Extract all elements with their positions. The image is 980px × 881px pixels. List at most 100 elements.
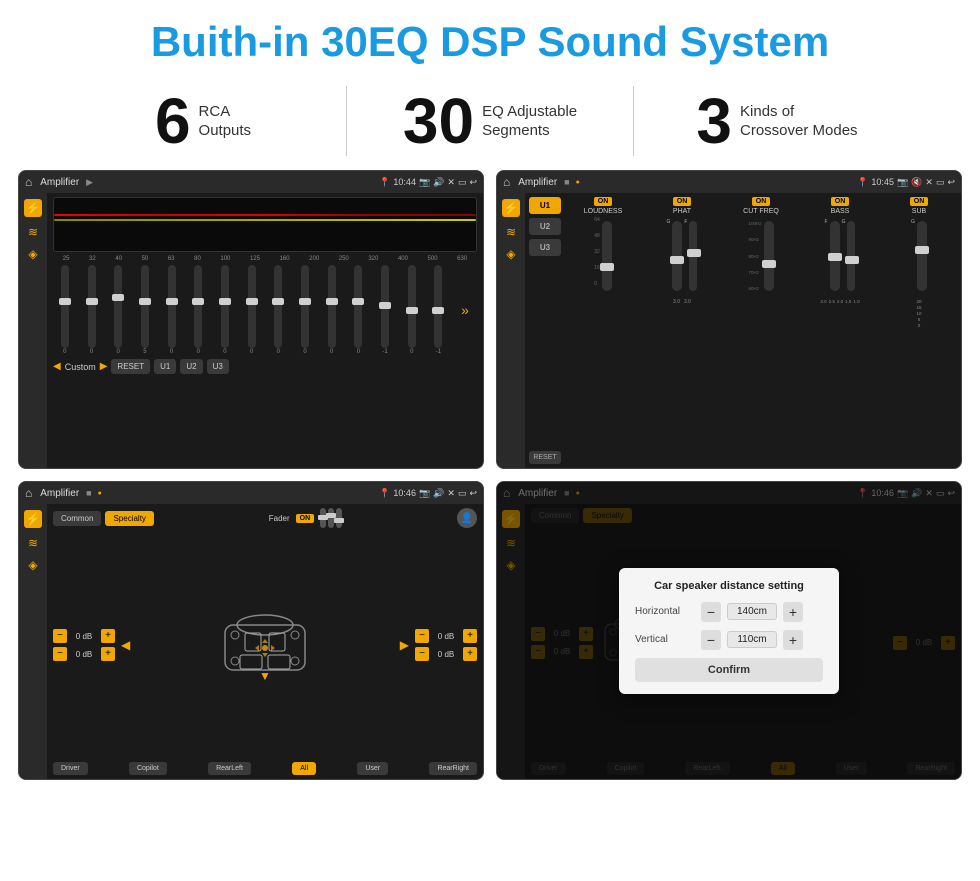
camera-icon-tr: 📷 bbox=[897, 177, 908, 188]
rearleft-btn[interactable]: RearLeft bbox=[208, 762, 251, 775]
u2-preset[interactable]: U2 bbox=[529, 218, 561, 235]
phat-toggle[interactable]: ON bbox=[673, 197, 692, 206]
eq-slider-9[interactable]: 0 bbox=[274, 265, 282, 355]
horizontal-plus[interactable]: + bbox=[783, 602, 803, 622]
eq-slider-12[interactable]: 0 bbox=[354, 265, 362, 355]
down-nav-arrow[interactable]: ▼ bbox=[259, 669, 271, 683]
wave-icon[interactable]: ≋ bbox=[28, 225, 38, 239]
u1-button-tl[interactable]: U1 bbox=[154, 359, 176, 374]
speaker-icon[interactable]: ◈ bbox=[28, 247, 37, 261]
vol-row-3: − 0 dB + bbox=[415, 629, 477, 643]
fader-toggle[interactable]: ON bbox=[296, 514, 315, 523]
reset-button-tl[interactable]: RESET bbox=[111, 359, 150, 374]
all-btn[interactable]: All bbox=[292, 762, 316, 775]
minimize-icon-tr[interactable]: ▭ bbox=[936, 177, 945, 188]
dialog-title: Car speaker distance setting bbox=[635, 580, 823, 592]
camera-icon: 📷 bbox=[419, 177, 430, 188]
wave-icon-tr[interactable]: ≋ bbox=[506, 225, 516, 239]
common-tab[interactable]: Common bbox=[53, 511, 101, 526]
u1-preset[interactable]: U1 bbox=[529, 197, 561, 214]
vol-minus-1[interactable]: − bbox=[53, 629, 67, 643]
eq-slider-11[interactable]: 0 bbox=[328, 265, 336, 355]
vol-minus-3[interactable]: − bbox=[415, 629, 429, 643]
back-icon-bl[interactable]: ↩ bbox=[469, 488, 477, 499]
cutfreq-toggle[interactable]: ON bbox=[752, 197, 771, 206]
specialty-tab[interactable]: Specialty bbox=[105, 511, 153, 526]
home-icon-bl[interactable]: ⌂ bbox=[25, 486, 32, 500]
confirm-button[interactable]: Confirm bbox=[635, 658, 823, 682]
minimize-icon-bl[interactable]: ▭ bbox=[458, 488, 467, 499]
driver-btn[interactable]: Driver bbox=[53, 762, 88, 775]
vol-plus-2[interactable]: + bbox=[101, 647, 115, 661]
eq-slider-15[interactable]: -1 bbox=[434, 265, 442, 355]
cutfreq-slider[interactable] bbox=[764, 221, 774, 291]
eq-slider-1[interactable]: 0 bbox=[61, 265, 69, 355]
sub-slider[interactable] bbox=[917, 221, 927, 291]
vertical-plus[interactable]: + bbox=[783, 630, 803, 650]
eq-slider-8[interactable]: 0 bbox=[248, 265, 256, 355]
eq-graph bbox=[53, 197, 477, 252]
user-btn[interactable]: User bbox=[357, 762, 388, 775]
eq-icon-bl[interactable]: ⚡ bbox=[24, 510, 43, 528]
close-icon-tl[interactable]: ✕ bbox=[447, 177, 455, 188]
horizontal-minus[interactable]: − bbox=[701, 602, 721, 622]
copilot-btn[interactable]: Copilot bbox=[129, 762, 167, 775]
close-icon-tr[interactable]: ✕ bbox=[925, 177, 933, 188]
vol-minus-4[interactable]: − bbox=[415, 647, 429, 661]
vol-plus-1[interactable]: + bbox=[101, 629, 115, 643]
speaker-icon-bl[interactable]: ◈ bbox=[28, 558, 37, 572]
left-nav-arrow[interactable]: ◀ bbox=[121, 638, 130, 652]
status-time-tl: 10:44 bbox=[393, 177, 416, 187]
prev-arrow[interactable]: ◀ bbox=[53, 361, 61, 372]
eq-slider-6[interactable]: 0 bbox=[194, 265, 202, 355]
speaker-icon-tr[interactable]: ◈ bbox=[506, 247, 515, 261]
eq-slider-10[interactable]: 0 bbox=[301, 265, 309, 355]
loudness-toggle[interactable]: ON bbox=[594, 197, 613, 206]
bass-toggle[interactable]: ON bbox=[831, 197, 850, 206]
stat-rca-text: RCAOutputs bbox=[199, 102, 252, 141]
wave-icon-bl[interactable]: ≋ bbox=[28, 536, 38, 550]
fader-row: Fader ON bbox=[269, 508, 342, 528]
eq-slider-5[interactable]: 0 bbox=[168, 265, 176, 355]
back-icon-tl[interactable]: ↩ bbox=[469, 177, 477, 188]
close-icon-bl[interactable]: ✕ bbox=[447, 488, 455, 499]
eq-slider-2[interactable]: 0 bbox=[88, 265, 96, 355]
sidebar-tr: ⚡ ≋ ◈ bbox=[497, 193, 525, 468]
back-icon-tr[interactable]: ↩ bbox=[947, 177, 955, 188]
minimize-icon-tl[interactable]: ▭ bbox=[458, 177, 467, 188]
eq-next-icon[interactable]: » bbox=[461, 302, 469, 318]
horizontal-label: Horizontal bbox=[635, 606, 695, 617]
amp-content: U1 U2 U3 RESET ON LOUDNESS 644832160 bbox=[525, 193, 961, 468]
u3-button-tl[interactable]: U3 bbox=[207, 359, 229, 374]
u2-button-tl[interactable]: U2 bbox=[180, 359, 202, 374]
eq-slider-4[interactable]: 5 bbox=[141, 265, 149, 355]
u3-preset[interactable]: U3 bbox=[529, 239, 561, 256]
eq-slider-13[interactable]: -1 bbox=[381, 265, 389, 355]
right-nav-arrow[interactable]: ▶ bbox=[400, 638, 409, 652]
phat-slider-f[interactable] bbox=[689, 221, 697, 291]
reset-btn-tr[interactable]: RESET bbox=[529, 451, 561, 464]
amp-loudness: ON LOUDNESS 644832160 bbox=[565, 197, 641, 464]
eq-slider-7[interactable]: 0 bbox=[221, 265, 229, 355]
rearright-btn[interactable]: RearRight bbox=[429, 762, 477, 775]
bass-slider-f[interactable] bbox=[830, 221, 840, 291]
loudness-slider[interactable] bbox=[602, 221, 612, 291]
vol-plus-4[interactable]: + bbox=[463, 647, 477, 661]
eq-slider-3[interactable]: 0 bbox=[114, 265, 122, 355]
vertical-minus[interactable]: − bbox=[701, 630, 721, 650]
next-arrow[interactable]: ▶ bbox=[100, 361, 108, 372]
vol-minus-2[interactable]: − bbox=[53, 647, 67, 661]
stat-crossover-text: Kinds ofCrossover Modes bbox=[740, 102, 858, 141]
sub-toggle[interactable]: ON bbox=[910, 197, 929, 206]
eq-icon-tr[interactable]: ⚡ bbox=[502, 199, 521, 217]
bass-slider-g[interactable] bbox=[847, 221, 855, 291]
vol-plus-3[interactable]: + bbox=[463, 629, 477, 643]
home-icon-tr[interactable]: ⌂ bbox=[503, 175, 510, 189]
status-time-bl: 10:46 bbox=[393, 488, 416, 498]
home-icon[interactable]: ⌂ bbox=[25, 175, 32, 189]
amp-sub: ON SUB G 20151050 bbox=[881, 197, 957, 464]
eq-slider-14[interactable]: 0 bbox=[408, 265, 416, 355]
eq-content: 2532405063 80100125160200 25032040050063… bbox=[47, 193, 483, 468]
eq-icon[interactable]: ⚡ bbox=[24, 199, 43, 217]
phat-slider-g[interactable] bbox=[672, 221, 682, 291]
